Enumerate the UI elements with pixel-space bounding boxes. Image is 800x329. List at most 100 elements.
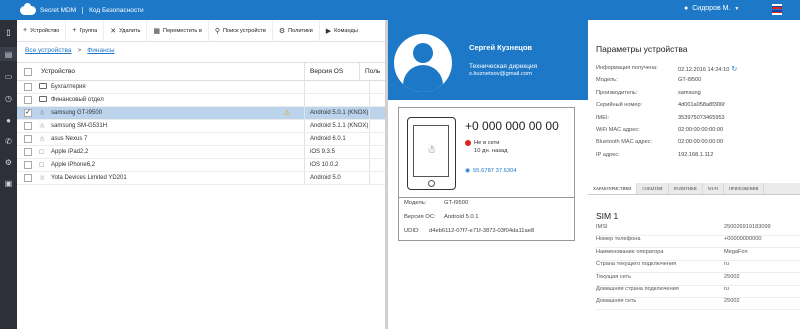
params-tab[interactable]: Приложения [724, 183, 765, 194]
row-checkbox[interactable] [24, 174, 32, 182]
location-icon: ◉ [465, 168, 471, 174]
device-location[interactable]: ◉ 55.6787 37.6304 [465, 168, 517, 174]
user-name: Сидоров М. [692, 5, 731, 12]
os-version: Android 5.1.1 (KNOX) [304, 120, 369, 132]
chat-icon[interactable]: ▣ [4, 179, 13, 188]
plus-icon: + [23, 27, 28, 34]
row-checkbox[interactable] [24, 148, 32, 156]
sim-row: Домашняя страна подключения ru [596, 286, 800, 298]
os-version: Android 6.0.1 [304, 133, 369, 145]
device-name: samsung GT-I9500 [51, 110, 103, 116]
device-phone: +0 000 000 00 00 [465, 119, 559, 133]
search-devices-button[interactable]: ⚲ Поиск устройств [209, 19, 273, 42]
close-icon: ✕ [110, 27, 117, 35]
os-version: iOS 9.3.5 [304, 146, 369, 158]
table-row[interactable]: ☃ asus Nexus 7 Android 6.0.1 [17, 133, 385, 146]
params-tab[interactable]: Wi-Fi [703, 183, 725, 194]
sim-row: Наименование оператора MegaFon [596, 249, 800, 261]
sim-row: Номер телефона +00000000000 [596, 236, 800, 249]
app-logo[interactable]: Secret MDM Код Безопасности [0, 0, 144, 20]
param-label: Bluetooth MAC адрес: [596, 139, 653, 146]
param-row: WiFi MAC адрес: 02:00:00:00:00:00 [596, 127, 800, 133]
refresh-icon[interactable]: ↻ [731, 66, 737, 73]
add-device-button[interactable]: + Устройство [17, 19, 67, 42]
row-checkbox[interactable] [24, 83, 32, 91]
add-device-label: Устройство [30, 27, 60, 34]
device-card: Сергей Кузнецов Техническая дирекция s.k… [388, 20, 588, 329]
row-checkbox[interactable] [24, 96, 32, 104]
folder-icon [39, 83, 51, 91]
add-group-label: Группа [79, 27, 98, 34]
device-name: Бухгалтерия [51, 84, 86, 90]
russian-flag-icon[interactable] [772, 4, 782, 10]
device-name: Финансовый отдел [51, 97, 104, 103]
android-icon: ☃ [427, 145, 436, 156]
params-tab[interactable]: Характеристики [588, 183, 638, 194]
policy-cell [369, 107, 375, 119]
table-header: Устройство Версия OS Поль [17, 62, 385, 81]
avatar [394, 34, 452, 92]
monitor-icon[interactable]: ▭ [4, 72, 13, 81]
column-policy[interactable]: Поль [359, 63, 380, 80]
policy-cell [369, 159, 375, 171]
commands-button[interactable]: ▶ Команды [320, 20, 364, 42]
policy-cell [369, 133, 375, 145]
table-row[interactable]: ✓ ☃ samsung GT-I9500 Android 5.0.1 (KNOX) ⚠ [17, 107, 385, 120]
sim-value: MegaFon [724, 248, 748, 255]
param-value: 02:00:00:00:00:00 [678, 139, 724, 146]
param-value: 353975073465953 [678, 114, 725, 121]
device-name: Apple iPad2,2 [51, 149, 89, 155]
language-switcher [772, 4, 782, 16]
table-row[interactable]: Бухгалтерия [17, 81, 385, 94]
search-label: Поиск устройств [222, 27, 266, 34]
search-icon: ⚲ [214, 27, 220, 35]
sim-value: 250026919183099 [724, 224, 771, 230]
user-menu[interactable]: ● Сидоров М. ▼ [684, 5, 739, 12]
table-row[interactable]: Apple iPhone6,2 iOS 10.0.2 [17, 159, 385, 172]
table-row[interactable]: ☃ samsung SM-G531H Android 5.1.1 (KNOX) [17, 120, 385, 133]
add-group-button[interactable]: + Группа [66, 19, 105, 42]
phone-icon[interactable]: ▯ [4, 28, 13, 37]
android-icon: ☃ [39, 175, 45, 182]
params-tab[interactable]: События [637, 183, 669, 194]
top-bar: Secret MDM Код Безопасности ● Сидоров М.… [0, 0, 800, 20]
breadcrumb-root[interactable]: Все устройства [25, 47, 72, 54]
android-icon: ☃ [39, 136, 45, 143]
profile-email[interactable]: s.kuznetsov@gmail.com [469, 71, 532, 77]
device-status-text: Не в сети [474, 140, 500, 146]
profile-name: Сергей Кузнецов [469, 43, 533, 52]
os-version: Android 5.0 [304, 172, 369, 184]
profile-header: Сергей Кузнецов Техническая дирекция s.k… [388, 20, 588, 100]
row-checkbox[interactable] [24, 122, 32, 130]
move-button[interactable]: ▦ Переместить в [147, 19, 209, 42]
layers-icon[interactable]: ▤ [4, 50, 13, 59]
params-tab[interactable]: Политики [669, 183, 703, 194]
table-row[interactable]: ☃ Yota Devices Limited YD201 Android 5.0 [17, 172, 385, 185]
table-row[interactable]: Apple iPad2,2 iOS 9.3.5 [17, 146, 385, 159]
udid-value: d4eb6112-07f7-e71f-3873-03f04da11ae8 [429, 228, 535, 234]
sim-row: Страна текущего подключения ru [596, 261, 800, 274]
row-checkbox[interactable]: ✓ [24, 109, 32, 117]
column-device[interactable]: Устройство [39, 68, 304, 75]
param-row: Модель: GT-I9500 [596, 77, 800, 83]
select-all-checkbox[interactable] [24, 67, 32, 76]
call-icon[interactable]: ✆ [4, 137, 13, 146]
row-checkbox[interactable] [24, 135, 32, 143]
user-icon[interactable]: ● [4, 116, 13, 125]
params-title: Параметры устройства [596, 44, 688, 54]
move-label: Переместить в [163, 27, 202, 34]
english-flag-icon[interactable] [772, 10, 782, 16]
breadcrumb-current[interactable]: Финансы [87, 47, 114, 54]
delete-button[interactable]: ✕ Удалить [104, 19, 148, 42]
policies-button[interactable]: ⚙ Политики [273, 19, 320, 42]
clock-icon[interactable]: ◷ [4, 94, 13, 103]
gear-icon[interactable]: ⚙ [4, 158, 13, 167]
sim-label: IMSI [596, 224, 608, 230]
row-checkbox[interactable] [24, 161, 32, 169]
column-os-version[interactable]: Версия OS [304, 63, 359, 80]
param-row: Bluetooth MAC адрес: 02:00:00:00:00:00 [596, 139, 800, 145]
table-row[interactable]: Финансовый отдел [17, 94, 385, 107]
gear-icon: ⚙ [278, 27, 286, 35]
sim-value: +00000000000 [724, 236, 762, 243]
tablet-image: ☃ [407, 117, 456, 190]
